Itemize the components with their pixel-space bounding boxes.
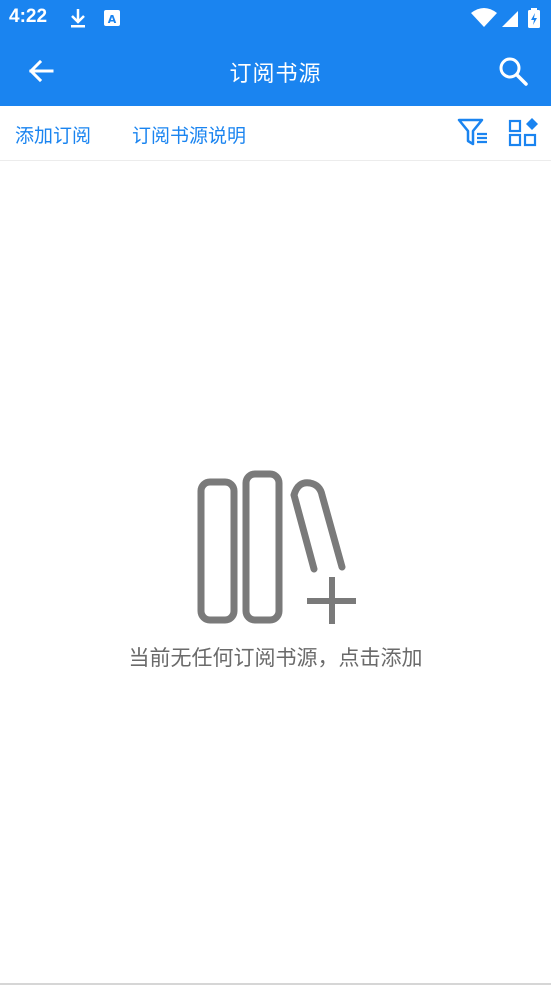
empty-state-illustration[interactable]: [190, 465, 365, 630]
empty-state-message[interactable]: 当前无任何订阅书源，点击添加: [0, 642, 551, 672]
toolbar: 添加订阅 订阅书源说明: [0, 106, 551, 161]
search-button[interactable]: [493, 51, 533, 91]
app-bar: 订阅书源: [0, 36, 551, 106]
filter-icon: [457, 118, 487, 146]
download-icon: [71, 9, 85, 28]
signal-icon: [502, 11, 518, 27]
filter-button[interactable]: [456, 117, 490, 149]
status-time: 4:22: [9, 6, 48, 27]
wifi-icon: [471, 8, 497, 27]
battery-charging-icon: [528, 8, 540, 28]
layout-button[interactable]: [507, 117, 541, 149]
app-a-icon: A: [104, 10, 120, 26]
bookshelf-add-icon: [197, 470, 356, 624]
svg-text:A: A: [108, 13, 117, 26]
page-title: 订阅书源: [229, 62, 322, 87]
subscription-help-link[interactable]: 订阅书源说明: [132, 121, 246, 148]
status-bar: 4:22 A: [0, 0, 551, 36]
add-subscription-link[interactable]: 添加订阅: [15, 121, 91, 148]
search-icon: [499, 57, 528, 86]
grid-layout-icon: [508, 118, 538, 147]
